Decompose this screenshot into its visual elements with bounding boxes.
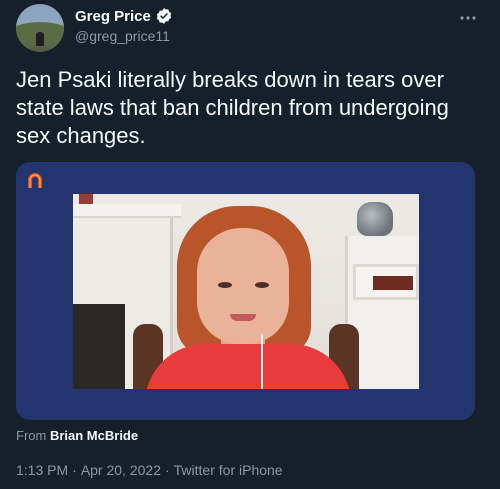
tweet-metadata: 1:13 PM · Apr 20, 2022 · Twitter for iPh… [16,462,283,478]
more-options-icon[interactable] [456,8,480,28]
video-card[interactable] [16,162,475,420]
avatar-figure [36,32,44,46]
media-source-name[interactable]: Brian McBride [50,428,138,443]
author-name[interactable]: Greg Price [75,8,151,25]
tweet: Greg Price @greg_price11 Jen Psaki liter… [0,0,500,489]
thumbnail-person-eye-right [255,282,269,288]
network-logo-icon [26,172,44,193]
verified-badge-icon [155,7,173,25]
video-thumbnail[interactable] [73,194,419,389]
author-handle[interactable]: @greg_price11 [75,28,170,44]
media-source: From Brian McBride [16,428,138,443]
author-name-row: Greg Price [75,7,173,25]
thumbnail-person-shoulders [145,344,351,389]
thumbnail-earbud-wire [261,334,263,389]
thumbnail-mantel-top [73,204,181,218]
tweet-time[interactable]: 1:13 PM [16,462,68,478]
thumbnail-vase [357,202,393,236]
meta-separator: · [72,462,77,478]
tweet-date[interactable]: Apr 20, 2022 [81,462,161,478]
meta-separator: · [164,462,170,478]
thumbnail-person-face [197,228,289,344]
thumbnail-person-eye-left [218,282,232,288]
tweet-text: Jen Psaki literally breaks down in tears… [16,67,449,148]
media-source-prefix: From [16,428,47,443]
thumbnail-person-mouth [230,314,256,321]
thumbnail-shelf-item [373,276,413,290]
avatar[interactable] [16,4,64,52]
thumbnail-fireplace [73,304,125,389]
tweet-client[interactable]: Twitter for iPhone [174,462,283,478]
